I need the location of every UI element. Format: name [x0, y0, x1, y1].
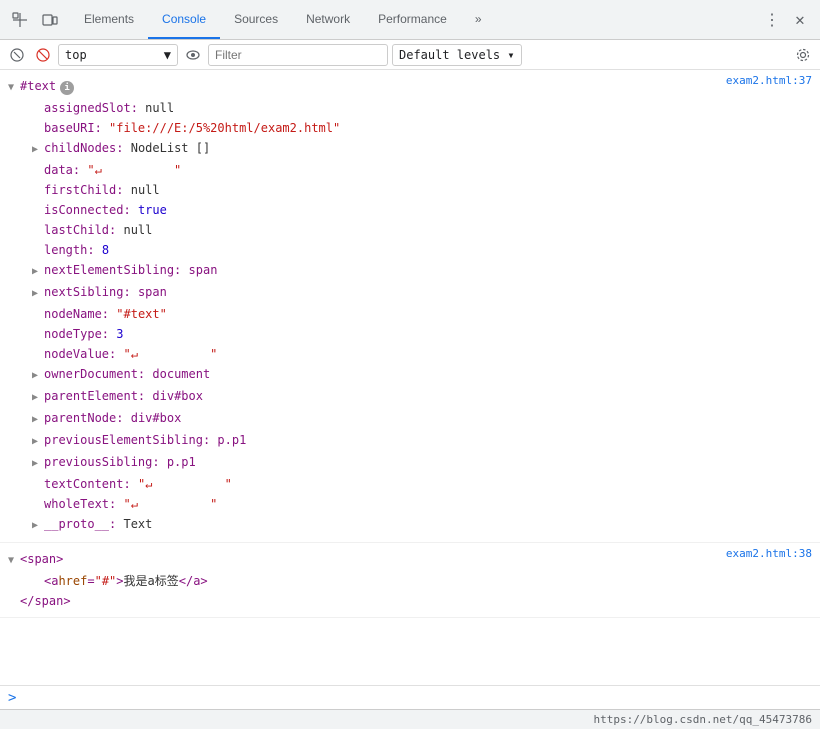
collapse-arrow[interactable]	[32, 141, 42, 159]
tab-sources[interactable]: Sources	[220, 0, 292, 39]
tree-row[interactable]: previousElementSibling: p.p1	[0, 430, 820, 452]
filter-input[interactable]	[208, 44, 388, 66]
collapse-arrow[interactable]	[32, 411, 42, 429]
tree-row[interactable]: ownerDocument: document	[0, 364, 820, 386]
tree-row: nodeType: 3	[0, 324, 820, 344]
tab-console[interactable]: Console	[148, 0, 220, 39]
tree-row[interactable]: parentNode: div#box	[0, 408, 820, 430]
context-selector[interactable]: top ▼	[58, 44, 178, 66]
collapse-arrow[interactable]	[32, 455, 42, 473]
entry2-file-link[interactable]: exam2.html:38	[726, 547, 812, 560]
settings-button[interactable]	[792, 44, 814, 66]
span-tree: <span> <a href = "#" > 我是a标签 </a> </span…	[0, 545, 820, 615]
console-prompt[interactable]: >	[0, 685, 820, 709]
collapse-arrow[interactable]	[32, 263, 42, 281]
tree-row: wholeText: "↵ "	[0, 494, 820, 514]
tree-row: assignedSlot: null	[0, 98, 820, 118]
span-header-row[interactable]: <span>	[0, 549, 820, 571]
status-url: https://blog.csdn.net/qq_45473786	[593, 713, 812, 726]
tree-row[interactable]: nextSibling: span	[0, 282, 820, 304]
tab-performance[interactable]: Performance	[364, 0, 461, 39]
tab-network[interactable]: Network	[292, 0, 364, 39]
tree-row: lastChild: null	[0, 220, 820, 240]
eye-button[interactable]	[182, 44, 204, 66]
status-bar: https://blog.csdn.net/qq_45473786	[0, 709, 820, 729]
tree-row[interactable]: childNodes: NodeList []	[0, 138, 820, 160]
span-content-row: <a href = "#" > 我是a标签 </a>	[0, 571, 820, 591]
span-close-row: </span>	[0, 591, 820, 611]
console-toolbar: top ▼ Default levels ▾	[0, 40, 820, 70]
log-levels-selector[interactable]: Default levels ▾	[392, 44, 522, 66]
tree-row: nodeValue: "↵ "	[0, 344, 820, 364]
collapse-arrow[interactable]	[32, 433, 42, 451]
entry1-file-link[interactable]: exam2.html:37	[726, 74, 812, 87]
close-devtools-button[interactable]: ✕	[788, 8, 812, 32]
collapse-arrow[interactable]	[32, 517, 42, 535]
object-header-row[interactable]: #text i	[0, 76, 820, 98]
tree-row: data: "↵ "	[0, 160, 820, 180]
console-entry-text-node: exam2.html:37 #text i assignedSlot: null…	[0, 70, 820, 543]
more-options-button[interactable]: ⋮	[760, 8, 784, 32]
tree-row: firstChild: null	[0, 180, 820, 200]
clear-console-button[interactable]	[6, 44, 28, 66]
prompt-symbol: >	[8, 690, 16, 706]
toolbar-right: ⋮ ✕	[760, 8, 820, 32]
collapse-arrow[interactable]	[32, 367, 42, 385]
expand-arrow[interactable]	[8, 552, 18, 570]
object-header-label: #text	[20, 77, 56, 95]
devtools-toolbar: Elements Console Sources Network Perform…	[0, 0, 820, 40]
main-tabs: Elements Console Sources Network Perform…	[70, 0, 496, 39]
expand-arrow[interactable]	[8, 79, 18, 97]
tree-row[interactable]: previousSibling: p.p1	[0, 452, 820, 474]
tree-row[interactable]: parentElement: div#box	[0, 386, 820, 408]
toolbar-left-icons	[0, 8, 70, 32]
tab-more[interactable]: »	[461, 0, 496, 39]
tree-row: length: 8	[0, 240, 820, 260]
levels-label: Default levels ▾	[399, 48, 515, 62]
context-dropdown-arrow: ▼	[164, 48, 171, 62]
context-value: top	[65, 48, 87, 62]
tab-elements[interactable]: Elements	[70, 0, 148, 39]
tree-row[interactable]: nextElementSibling: span	[0, 260, 820, 282]
tree-row[interactable]: __proto__: Text	[0, 514, 820, 536]
console-output: exam2.html:37 #text i assignedSlot: null…	[0, 70, 820, 685]
ban-button[interactable]	[32, 44, 54, 66]
device-toggle-button[interactable]	[38, 8, 62, 32]
collapse-arrow[interactable]	[32, 389, 42, 407]
tree-row: textContent: "↵ "	[0, 474, 820, 494]
inspect-element-button[interactable]	[8, 8, 32, 32]
object-tree: #text i assignedSlot: null baseURI: "fil…	[0, 72, 820, 540]
tree-row: isConnected: true	[0, 200, 820, 220]
tree-row: nodeName: "#text"	[0, 304, 820, 324]
collapse-arrow[interactable]	[32, 285, 42, 303]
info-icon[interactable]: i	[60, 81, 74, 95]
tree-row: baseURI: "file:///E:/5%20html/exam2.html…	[0, 118, 820, 138]
console-entry-span: exam2.html:38 <span> <a href = "#" > 我是a…	[0, 543, 820, 618]
